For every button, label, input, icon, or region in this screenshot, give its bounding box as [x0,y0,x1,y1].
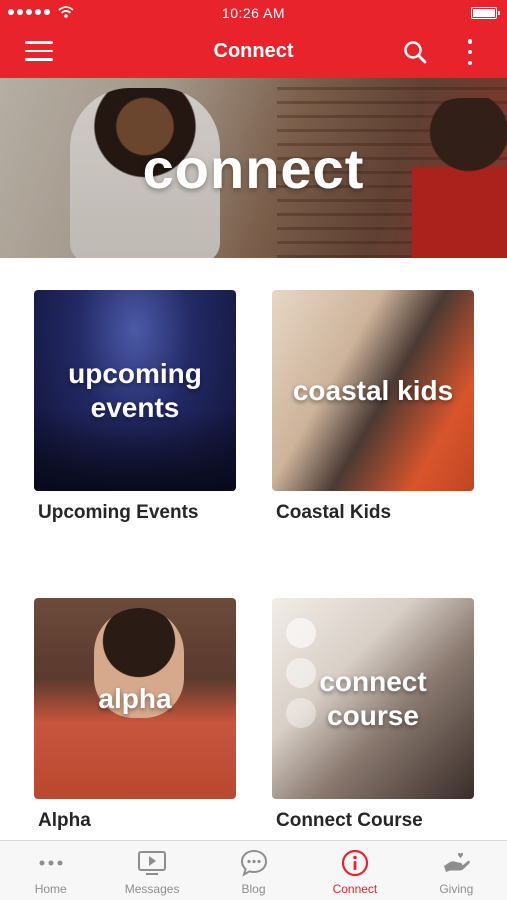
card-overlay-text: coastal kids [292,374,454,406]
card-overlay-text: alpha [98,682,172,714]
card-overlay-text: connect course [319,665,427,731]
tab-messages[interactable]: Messages [101,841,202,900]
card-image: coastal kids [272,290,474,491]
tab-connect[interactable]: Connect [304,841,405,900]
card-connect-course[interactable]: connect course Connect Course [272,598,474,831]
tab-blog[interactable]: Blog [203,841,304,900]
battery-icon [471,7,500,19]
tab-label: Blog [241,882,266,896]
hero-banner: connect [0,78,507,258]
more-options-icon[interactable] [465,39,475,65]
card-label: Coastal Kids [276,502,392,523]
tab-home[interactable]: Home [0,841,101,900]
tab-label: Home [34,882,67,896]
tab-giving[interactable]: Giving [406,841,507,900]
card-label: Alpha [38,810,91,831]
search-icon[interactable] [403,40,427,64]
card-label: Connect Course [276,810,423,831]
hero-title: connect [142,137,365,200]
status-bar: 10:26 AM [0,0,507,26]
card-coastal-kids[interactable]: coastal kids Coastal Kids [272,290,474,523]
card-alpha[interactable]: alpha Alpha [34,598,236,831]
card-overlay-text: upcoming events [68,357,202,423]
page-title: Connect [213,40,294,62]
card-image: connect course [272,598,474,799]
card-upcoming-events[interactable]: upcoming events Upcoming Events [34,290,236,523]
chat-bubble-icon [239,849,269,877]
giving-hand-icon [441,850,471,876]
card-image: alpha [34,598,236,799]
card-label: Upcoming Events [38,502,199,523]
tab-label: Giving [439,882,474,896]
menu-icon[interactable] [25,41,53,63]
tab-bar: Home Messages Blog Connect Giving [0,840,507,900]
info-circle-icon [340,849,370,877]
status-time: 10:26 AM [221,5,286,21]
video-play-icon [137,850,167,876]
more-dots-icon [36,850,66,876]
nav-bar: Connect [0,26,507,78]
card-image: upcoming events [34,290,236,491]
tab-label: Messages [124,882,180,896]
app-header: 10:26 AM Connect [0,0,507,78]
tab-label: Connect [332,882,378,896]
